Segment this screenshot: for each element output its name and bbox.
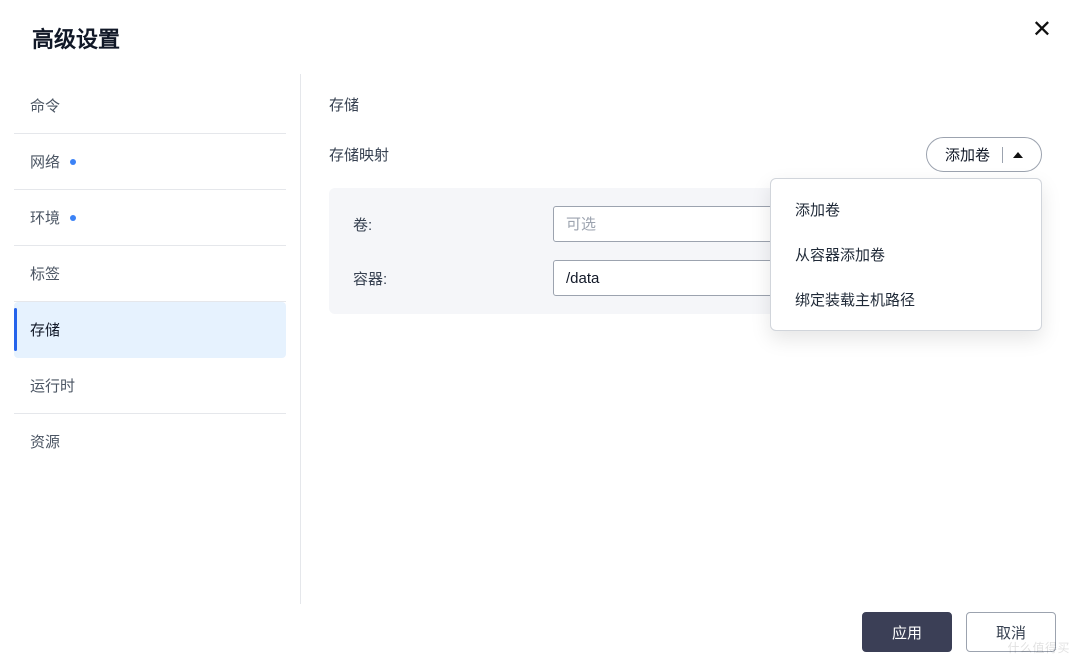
indicator-dot [70, 159, 76, 165]
dropdown-item-add-volume[interactable]: 添加卷 [771, 187, 1041, 232]
sidebar: 命令 网络 环境 标签 存储 运行时 资源 [0, 74, 300, 604]
sidebar-item-network[interactable]: 网络 [14, 134, 286, 190]
cancel-button-label: 取消 [996, 622, 1026, 643]
close-icon[interactable]: ✕ [1032, 18, 1052, 42]
sidebar-item-labels[interactable]: 标签 [14, 246, 286, 302]
sidebar-item-label: 环境 [30, 207, 60, 228]
add-volume-button[interactable]: 添加卷 [926, 137, 1042, 172]
add-volume-dropdown: 添加卷 从容器添加卷 绑定装载主机路径 [770, 178, 1042, 331]
apply-button[interactable]: 应用 [862, 612, 952, 652]
mapping-label: 存储映射 [329, 144, 389, 165]
dropdown-item-add-from-container[interactable]: 从容器添加卷 [771, 232, 1041, 277]
cancel-button[interactable]: 取消 [966, 612, 1056, 652]
sidebar-item-runtime[interactable]: 运行时 [14, 358, 286, 414]
dropdown-item-label: 添加卷 [795, 202, 840, 219]
content-panel: 存储 存储映射 添加卷 卷: 容器: [301, 74, 1080, 604]
dropdown-item-label: 从容器添加卷 [795, 247, 885, 264]
section-title: 存储 [329, 94, 1042, 115]
apply-button-label: 应用 [892, 622, 922, 643]
sidebar-item-storage[interactable]: 存储 [14, 302, 286, 358]
advanced-settings-modal: 高级设置 ✕ 命令 网络 环境 标签 存储 运行时 [0, 0, 1080, 666]
add-volume-button-label: 添加卷 [945, 144, 990, 165]
sidebar-item-label: 资源 [30, 431, 60, 452]
sidebar-item-environment[interactable]: 环境 [14, 190, 286, 246]
sidebar-item-label: 运行时 [30, 375, 75, 396]
dropdown-item-label: 绑定装载主机路径 [795, 292, 915, 309]
indicator-dot [70, 215, 76, 221]
volume-label: 卷: [353, 214, 553, 235]
modal-footer: 应用 取消 [862, 612, 1056, 652]
sidebar-item-label: 网络 [30, 151, 60, 172]
modal-body: 命令 网络 环境 标签 存储 运行时 资源 [0, 74, 1080, 604]
sidebar-item-command[interactable]: 命令 [14, 78, 286, 134]
container-label: 容器: [353, 268, 553, 289]
sidebar-item-label: 命令 [30, 95, 60, 116]
sidebar-item-label: 标签 [30, 263, 60, 284]
sidebar-item-label: 存储 [30, 319, 60, 340]
modal-title: 高级设置 [0, 0, 1080, 74]
caret-up-icon [1013, 152, 1023, 158]
dropdown-item-bind-host-path[interactable]: 绑定装载主机路径 [771, 277, 1041, 322]
mapping-header-row: 存储映射 添加卷 [329, 137, 1042, 172]
button-separator [1002, 147, 1003, 163]
sidebar-item-resources[interactable]: 资源 [14, 414, 286, 469]
